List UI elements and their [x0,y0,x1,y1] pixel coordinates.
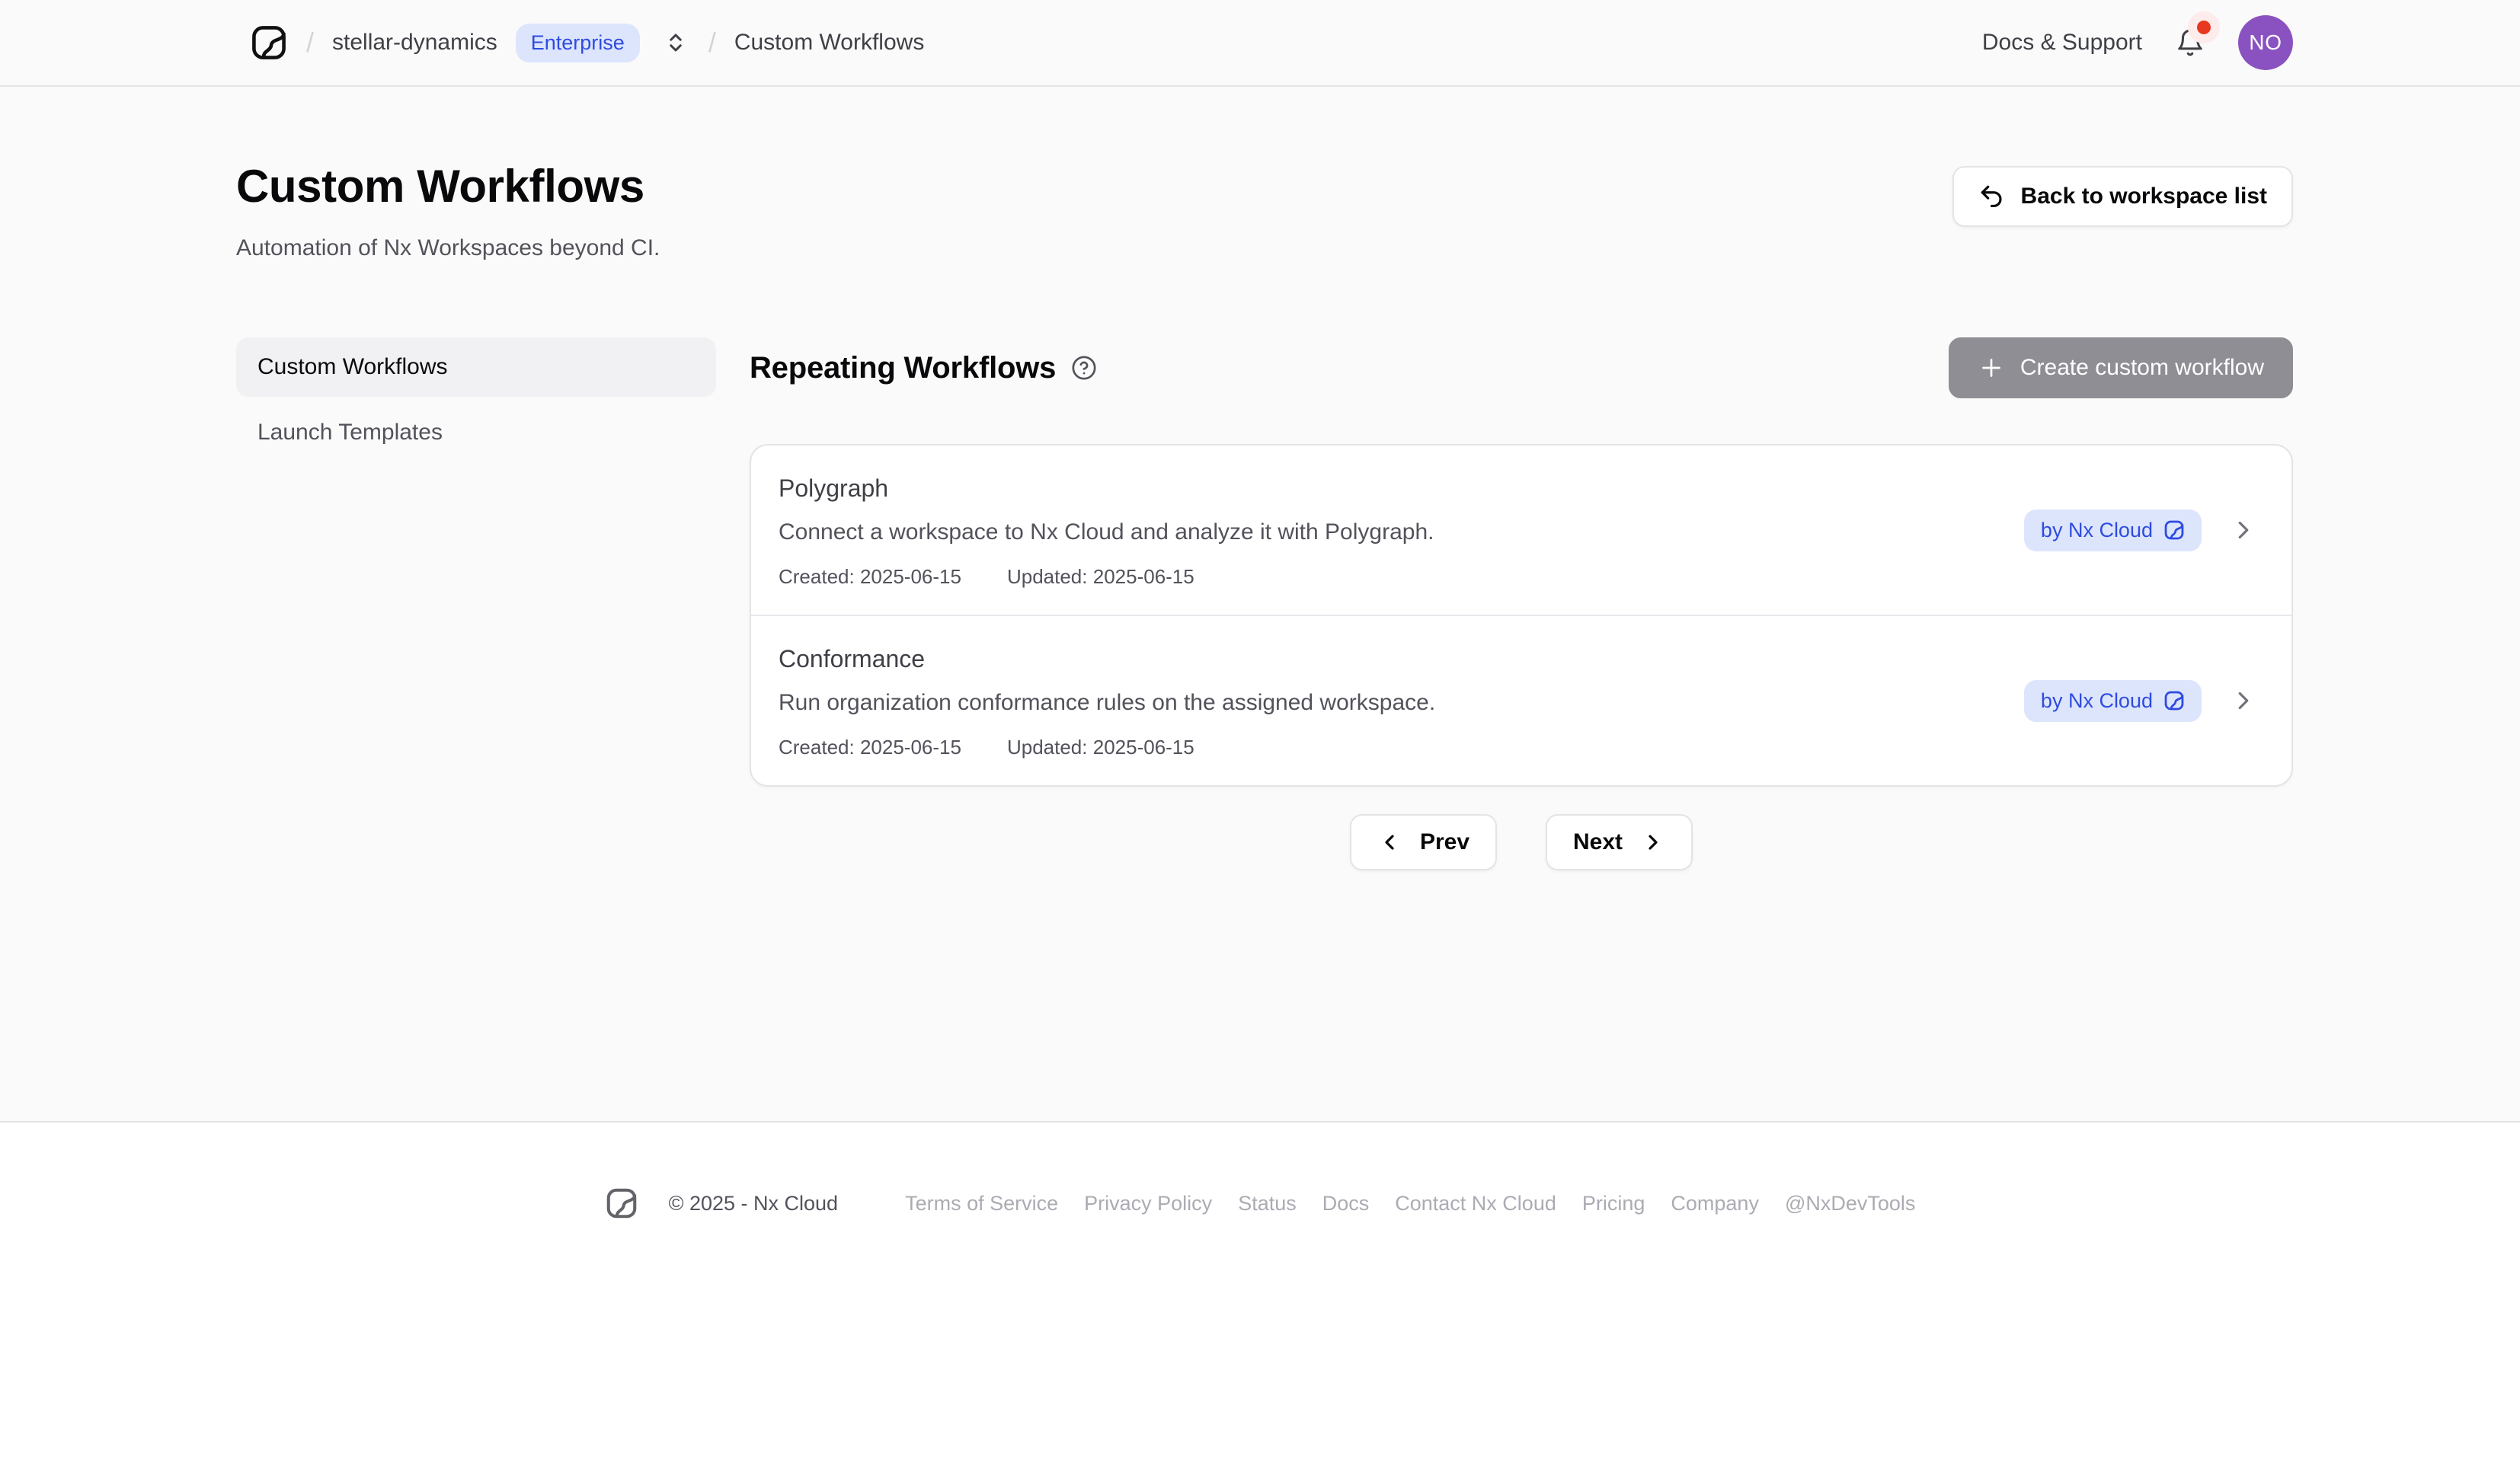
unfold-more-icon [664,31,687,54]
workflow-name: Polygraph [779,470,1434,506]
prev-page-button[interactable]: Prev [1350,814,1497,870]
footer-link-pricing[interactable]: Pricing [1582,1192,1645,1215]
by-nx-cloud-badge[interactable]: by Nx Cloud [2024,680,2202,722]
chevron-right-icon [2229,686,2258,715]
plus-icon [1978,354,2005,382]
breadcrumb: / stellar-dynamics Enterprise / Custom W… [227,24,924,62]
workflows-card: Polygraph Connect a workspace to Nx Clou… [750,444,2293,787]
page-content: Custom Workflows Automation of Nx Worksp… [0,87,2520,1121]
workspace-switcher-button[interactable] [661,28,690,57]
docs-support-link[interactable]: Docs & Support [1982,30,2142,56]
workflow-row-polygraph[interactable]: Polygraph Connect a workspace to Nx Clou… [751,446,2291,615]
workflow-row-conformance[interactable]: Conformance Run organization conformance… [751,615,2291,785]
nx-cloud-mini-icon [2163,690,2185,711]
pagination: Prev Next [750,814,2293,870]
footer-link-privacy[interactable]: Privacy Policy [1084,1192,1212,1215]
by-nx-cloud-badge[interactable]: by Nx Cloud [2024,510,2202,551]
nx-cloud-footer-logo [605,1187,638,1220]
next-page-button[interactable]: Next [1546,814,1693,870]
help-circle-icon [1071,355,1097,381]
plan-badge: Enterprise [516,24,640,62]
breadcrumb-workspace[interactable]: stellar-dynamics [332,30,497,56]
workflow-name: Conformance [779,640,1435,677]
breadcrumb-separator: / [708,27,716,59]
sidebar-item-custom-workflows[interactable]: Custom Workflows [236,337,716,397]
create-custom-workflow-button[interactable]: Create custom workflow [1949,337,2293,398]
help-button[interactable] [1071,355,1097,381]
main-panel: Repeating Workflows [750,337,2293,870]
page-title: Custom Workflows [236,160,660,212]
app-header: / stellar-dynamics Enterprise / Custom W… [0,0,2520,87]
nx-cloud-logo[interactable] [250,24,288,62]
app-footer: © 2025 - Nx Cloud Terms of Service Priva… [0,1121,2520,1311]
workflow-meta: Created: 2025-06-15 Updated: 2025-06-15 [779,733,1435,761]
sidebar-item-launch-templates[interactable]: Launch Templates [236,403,716,462]
footer-link-terms[interactable]: Terms of Service [905,1192,1058,1215]
settings-sidebar: Custom Workflows Launch Templates [227,337,716,870]
notifications-button[interactable] [2176,28,2205,57]
chevron-left-icon [1377,830,1402,854]
chevron-right-icon [2229,516,2258,545]
undo-arrow-icon [1978,183,2006,210]
page-subtitle: Automation of Nx Workspaces beyond CI. [236,235,660,261]
notification-dot [2197,21,2211,34]
breadcrumb-current-page: Custom Workflows [734,30,925,56]
footer-link-contact[interactable]: Contact Nx Cloud [1395,1192,1556,1215]
footer-link-docs[interactable]: Docs [1322,1192,1370,1215]
footer-link-status[interactable]: Status [1238,1192,1297,1215]
footer-link-company[interactable]: Company [1671,1192,1759,1215]
footer-nav: Terms of Service Privacy Policy Status D… [905,1192,1915,1215]
workflow-description: Run organization conformance rules on th… [779,686,1435,720]
workflow-meta: Created: 2025-06-15 Updated: 2025-06-15 [779,563,1434,590]
workflow-description: Connect a workspace to Nx Cloud and anal… [779,516,1434,549]
chevron-right-icon [1641,830,1665,854]
section-title: Repeating Workflows [750,351,1056,385]
footer-link-nxdevtools[interactable]: @NxDevTools [1785,1192,1915,1215]
breadcrumb-separator: / [306,27,314,59]
copyright-text: © 2025 - Nx Cloud [669,1192,839,1215]
nx-cloud-mini-icon [2163,519,2185,541]
header-actions: Docs & Support NO [1982,15,2293,70]
back-to-workspace-list-button[interactable]: Back to workspace list [1952,166,2293,227]
user-avatar[interactable]: NO [2238,15,2293,70]
